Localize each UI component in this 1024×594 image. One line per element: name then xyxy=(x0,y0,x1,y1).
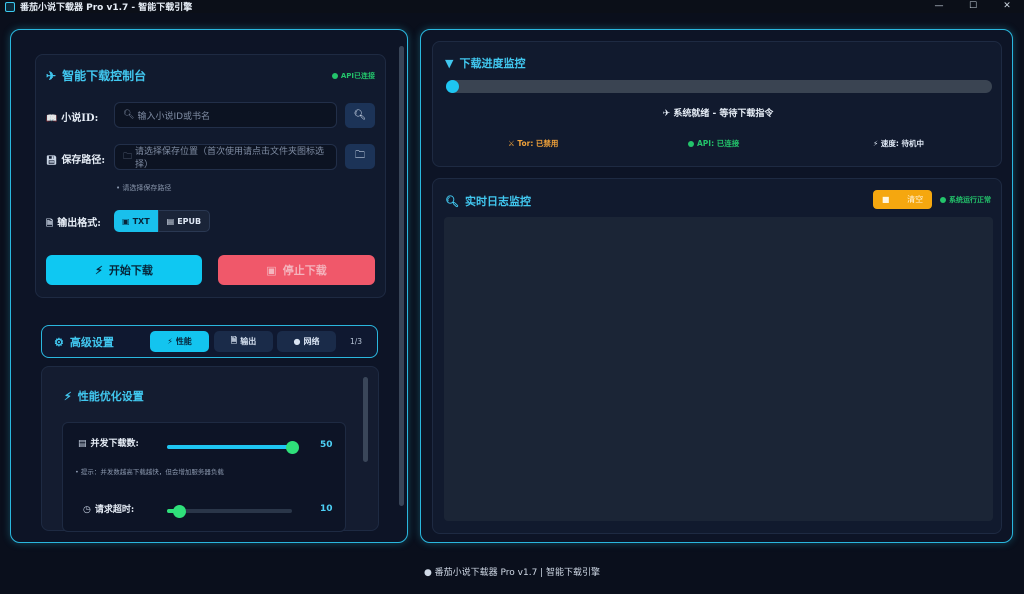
footer-icon: ● xyxy=(423,568,435,578)
rocket-icon: ✈ xyxy=(46,69,57,83)
system-status: ✈ 系统就绪 - 等待下载指令 xyxy=(662,109,774,119)
left-scrollbar[interactable] xyxy=(399,46,404,506)
log-card: 🔍︎ 实时日志监控 ■ 清空 系统运行正常 xyxy=(432,178,1002,534)
search-icon: 🔍︎ xyxy=(353,110,367,121)
search-log-icon: 🔍︎ xyxy=(445,195,459,208)
network-icon: ● xyxy=(293,337,301,346)
maximize-button[interactable]: ☐ xyxy=(956,0,990,13)
advanced-title: ⚙ 高级设置 xyxy=(54,336,114,349)
progress-bar xyxy=(446,80,992,93)
timeout-slider[interactable] xyxy=(167,504,292,518)
output-icon: 🗎 xyxy=(230,335,238,345)
format-epub-button[interactable]: ▤ EPUB xyxy=(157,210,211,232)
book-icon: 📖 xyxy=(46,114,58,124)
epub-icon: ▤ xyxy=(166,216,175,226)
tab-performance[interactable]: ⚡︎ 性能 xyxy=(150,331,209,352)
clock-icon: ◷ xyxy=(83,505,91,515)
format-txt-button[interactable]: ▣ TXT xyxy=(114,210,158,232)
log-output-area[interactable] xyxy=(444,217,993,521)
window-title: 番茄小说下载器 Pro v1.7 - 智能下载引擎 xyxy=(20,3,193,13)
control-title: ✈ 智能下载控制台 xyxy=(46,69,147,83)
concurrency-value: 50 xyxy=(320,440,333,450)
minimize-button[interactable]: — xyxy=(922,0,956,13)
start-download-button[interactable]: ⚡︎ 开始下载 xyxy=(46,255,202,285)
log-system-status: 系统运行正常 xyxy=(940,195,991,205)
save-path-label: 💾︎ 保存路径: xyxy=(46,155,106,166)
folder-small-icon: 🗀 xyxy=(123,152,133,162)
performance-settings-box: ▤ 并发下载数: 50 • 提示：并发数越高下载越快，但会增加服务器负载 ◷ 请求超… xyxy=(62,422,346,532)
progress-title: ▼ 下载进度监控 xyxy=(445,57,526,70)
search-small-icon: 🔍︎ xyxy=(123,110,135,120)
advanced-settings-header: ⚙ 高级设置 ⚡︎ 性能 🗎 输出 ● 网络 1/3 xyxy=(41,325,378,358)
timeout-slider-handle[interactable] xyxy=(173,504,186,518)
timeout-value: 10 xyxy=(320,504,333,514)
left-panel: ✈ 智能下载控制台 API已连接 📖 小说ID: 🔍︎ 输入小说ID或书名 🔍︎ 💾︎… xyxy=(10,29,408,543)
concurrency-slider-handle[interactable] xyxy=(285,440,299,454)
save-path-hint: • 请选择保存路径 xyxy=(116,184,172,192)
folder-icon: 🗀 xyxy=(355,150,365,161)
format-toggle: ▣ TXT ▤ EPUB xyxy=(114,210,211,232)
stack-icon: ▤ xyxy=(78,439,87,449)
bolt-small-icon: ⚡︎ xyxy=(167,337,173,346)
stop-download-button[interactable]: ▣ 停止下载 xyxy=(218,255,375,285)
performance-title: ⚡︎ 性能优化设置 xyxy=(64,390,144,403)
gear-icon: ⚙ xyxy=(54,336,64,349)
close-button[interactable]: ✕ xyxy=(990,0,1024,13)
document-icon: 🗎 xyxy=(46,219,54,229)
tab-network[interactable]: ● 网络 xyxy=(277,331,336,352)
bolt-icon: ⚡︎ xyxy=(95,263,103,277)
right-panel: ▼ 下载进度监控 ✈ 系统就绪 - 等待下载指令 ⚔ Tor: 已禁用 API: … xyxy=(420,29,1013,543)
timeout-label: ◷ 请求超时: xyxy=(83,505,135,515)
footer: ● 番茄小说下载器 Pro v1.7 | 智能下载引擎 xyxy=(423,568,601,578)
left-scrollbar-thumb[interactable] xyxy=(399,46,404,506)
title-bar: 番茄小说下载器 Pro v1.7 - 智能下载引擎 — ☐ ✕ xyxy=(0,0,1024,13)
save-icon: 💾︎ xyxy=(46,156,58,166)
status-dot-icon xyxy=(331,73,338,79)
tor-status: ⚔ Tor: 已禁用 xyxy=(508,139,559,148)
performance-scrollbar[interactable] xyxy=(363,377,368,462)
download-icon: ▼ xyxy=(445,57,454,70)
speed-status: ⚡︎ 速度: 待机中 xyxy=(873,139,925,148)
api-status-badge: API已连接 xyxy=(331,71,375,81)
performance-card: ⚡︎ 性能优化设置 ▤ 并发下载数: 50 • 提示：并发数越高下载越快，但会增加服… xyxy=(41,366,379,532)
concurrency-label: ▤ 并发下载数: xyxy=(78,439,139,449)
concurrency-slider-fill xyxy=(167,445,292,449)
txt-icon: ▣ xyxy=(122,216,130,226)
stop-icon: ▣ xyxy=(266,263,277,277)
clear-log-button[interactable]: ■ 清空 xyxy=(873,190,932,209)
tor-icon: ⚔ xyxy=(508,139,518,148)
rocket-small-icon: ✈ xyxy=(662,109,674,119)
concurrency-slider[interactable] xyxy=(167,440,299,454)
save-path-input[interactable]: 🗀 请选择保存位置（首次使用请点击文件夹图标选择） xyxy=(114,144,337,170)
progress-card: ▼ 下载进度监控 ✈ 系统就绪 - 等待下载指令 ⚔ Tor: 已禁用 API: … xyxy=(432,41,1002,167)
tab-output[interactable]: 🗎 输出 xyxy=(214,331,273,352)
browse-folder-button[interactable]: 🗀 xyxy=(345,144,375,169)
trash-icon: ■ xyxy=(881,195,890,204)
search-button[interactable]: 🔍︎ xyxy=(345,103,375,128)
running-dot-icon xyxy=(940,197,946,203)
control-card: ✈ 智能下载控制台 API已连接 📖 小说ID: 🔍︎ 输入小说ID或书名 🔍︎ 💾︎… xyxy=(35,54,386,298)
api-status: API: 已连接 xyxy=(688,138,739,149)
novel-id-input[interactable]: 🔍︎ 输入小说ID或书名 xyxy=(114,102,337,128)
progress-bar-fill xyxy=(446,80,459,93)
tab-page-indicator: 1/3 xyxy=(350,337,363,346)
lightning-icon: ⚡︎ xyxy=(64,390,72,403)
bolt-speed-icon: ⚡︎ xyxy=(873,139,881,148)
format-label: 🗎 输出格式: xyxy=(46,218,101,229)
concurrency-hint: • 提示：并发数越高下载越快，但会增加服务器负载 xyxy=(75,468,224,476)
api-dot-icon xyxy=(688,141,694,147)
novel-id-label: 📖 小说ID: xyxy=(46,113,99,124)
log-title: 🔍︎ 实时日志监控 xyxy=(445,195,531,208)
window-controls: — ☐ ✕ xyxy=(922,0,1024,13)
app-icon xyxy=(5,1,15,12)
